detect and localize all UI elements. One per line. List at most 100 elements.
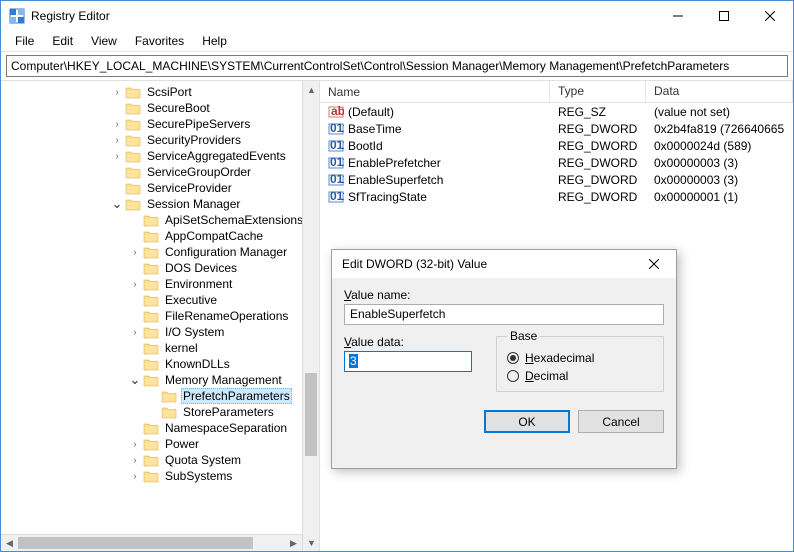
tree-scrollbar-vertical[interactable]: ▲ ▼: [302, 81, 319, 551]
tree-item[interactable]: ServiceGroupOrder: [1, 164, 319, 180]
list-row[interactable]: ab(Default)REG_SZ(value not set): [320, 103, 793, 120]
expander-closed-icon[interactable]: ›: [127, 455, 143, 466]
expander-closed-icon[interactable]: ›: [109, 119, 125, 130]
tree-item[interactable]: SecureBoot: [1, 100, 319, 116]
tree-item-label: Power: [163, 437, 201, 451]
menu-file[interactable]: File: [7, 32, 42, 50]
tree-item[interactable]: ApiSetSchemaExtensions: [1, 212, 319, 228]
tree-item-label: Session Manager: [145, 197, 242, 211]
value-type: REG_SZ: [556, 105, 652, 119]
tree-item-label: StoreParameters: [181, 405, 276, 419]
list-row[interactable]: 011BaseTimeREG_DWORD0x2b4fa819 (72664066…: [320, 120, 793, 137]
expander-open-icon[interactable]: ⌄: [109, 199, 125, 209]
radio-hexadecimal[interactable]: Hexadecimal: [507, 351, 653, 365]
tree-item[interactable]: AppCompatCache: [1, 228, 319, 244]
tree-item-label: Memory Management: [163, 373, 284, 387]
value-data: 0x0000024d (589): [652, 139, 793, 153]
folder-icon: [143, 245, 159, 259]
tree-item[interactable]: › SecurityProviders: [1, 132, 319, 148]
scroll-right-icon[interactable]: ▶: [285, 535, 302, 551]
expander-closed-icon[interactable]: ›: [127, 471, 143, 482]
tree-item-label: SecurityProviders: [145, 133, 243, 147]
tree-item-label: I/O System: [163, 325, 226, 339]
tree-item-label: NamespaceSeparation: [163, 421, 289, 435]
value-name: BootId: [348, 139, 383, 153]
value-data-field[interactable]: 3: [344, 351, 472, 372]
value-name-field[interactable]: EnableSuperfetch: [344, 304, 664, 325]
minimize-button[interactable]: [655, 1, 701, 31]
list-row[interactable]: 011BootIdREG_DWORD0x0000024d (589): [320, 137, 793, 154]
value-name-label: Value name:: [344, 288, 664, 302]
tree-item[interactable]: ServiceProvider: [1, 180, 319, 196]
folder-icon: [143, 341, 159, 355]
tree-item[interactable]: › I/O System: [1, 324, 319, 340]
svg-text:011: 011: [330, 138, 344, 152]
tree-item[interactable]: ⌄ Memory Management: [1, 372, 319, 388]
tree-item[interactable]: PrefetchParameters: [1, 388, 319, 404]
list-row[interactable]: 011EnablePrefetcherREG_DWORD0x00000003 (…: [320, 154, 793, 171]
expander-closed-icon[interactable]: ›: [127, 439, 143, 450]
radio-decimal[interactable]: Decimal: [507, 369, 653, 383]
tree-item-label: AppCompatCache: [163, 229, 265, 243]
tree-item[interactable]: ›ScsiPort: [1, 84, 319, 100]
folder-icon: [125, 85, 141, 99]
expander-closed-icon[interactable]: ›: [127, 247, 143, 258]
tree-item[interactable]: ⌄ Session Manager: [1, 196, 319, 212]
address-bar[interactable]: Computer\HKEY_LOCAL_MACHINE\SYSTEM\Curre…: [6, 55, 788, 77]
column-data[interactable]: Data: [646, 81, 793, 102]
close-button[interactable]: [747, 1, 793, 31]
svg-text:011: 011: [330, 189, 344, 203]
column-type[interactable]: Type: [550, 81, 646, 102]
value-type: REG_DWORD: [556, 156, 652, 170]
folder-icon: [125, 181, 141, 195]
tree-item[interactable]: ›SecurePipeServers: [1, 116, 319, 132]
tree-item[interactable]: FileRenameOperations: [1, 308, 319, 324]
expander-closed-icon[interactable]: ›: [109, 135, 125, 146]
folder-icon: [143, 261, 159, 275]
tree-item-label: Executive: [163, 293, 219, 307]
cancel-button[interactable]: Cancel: [578, 410, 664, 433]
dialog-titlebar[interactable]: Edit DWORD (32-bit) Value: [332, 250, 676, 278]
tree-item[interactable]: ›Quota System: [1, 452, 319, 468]
tree-item[interactable]: › Power: [1, 436, 319, 452]
menu-help[interactable]: Help: [194, 32, 235, 50]
tree-item[interactable]: DOS Devices: [1, 260, 319, 276]
expander-closed-icon[interactable]: ›: [127, 327, 143, 338]
folder-icon: [161, 389, 177, 403]
expander-closed-icon[interactable]: ›: [127, 279, 143, 290]
edit-dword-dialog: Edit DWORD (32-bit) Value Value name: En…: [331, 249, 677, 469]
menu-view[interactable]: View: [83, 32, 125, 50]
scroll-left-icon[interactable]: ◀: [1, 535, 18, 551]
menu-edit[interactable]: Edit: [44, 32, 81, 50]
scroll-up-icon[interactable]: ▲: [303, 81, 320, 98]
tree-item[interactable]: ›Configuration Manager: [1, 244, 319, 260]
tree-item[interactable]: NamespaceSeparation: [1, 420, 319, 436]
scroll-down-icon[interactable]: ▼: [303, 534, 320, 551]
tree-item[interactable]: ›SubSystems: [1, 468, 319, 484]
tree-item-label: DOS Devices: [163, 261, 239, 275]
value-data: 0x00000003 (3): [652, 156, 793, 170]
maximize-button[interactable]: [701, 1, 747, 31]
tree-item[interactable]: kernel: [1, 340, 319, 356]
dword-value-icon: 011: [328, 155, 344, 171]
column-name[interactable]: Name: [320, 81, 550, 102]
menu-favorites[interactable]: Favorites: [127, 32, 192, 50]
dword-value-icon: 011: [328, 138, 344, 154]
list-row[interactable]: 011SfTracingStateREG_DWORD0x00000001 (1): [320, 188, 793, 205]
tree-item[interactable]: › ServiceAggregatedEvents: [1, 148, 319, 164]
tree-scrollbar-horizontal[interactable]: ◀ ▶: [1, 534, 302, 551]
expander-closed-icon[interactable]: ›: [109, 87, 125, 98]
list-header: Name Type Data: [320, 81, 793, 103]
tree-item-label: SecureBoot: [145, 101, 212, 115]
expander-closed-icon[interactable]: ›: [109, 151, 125, 162]
tree-item[interactable]: Executive: [1, 292, 319, 308]
tree-item[interactable]: StoreParameters: [1, 404, 319, 420]
tree-item[interactable]: ›Environment: [1, 276, 319, 292]
dialog-close-button[interactable]: [634, 251, 674, 277]
folder-icon: [161, 405, 177, 419]
ok-button[interactable]: OK: [484, 410, 570, 433]
tree-item-label: ServiceAggregatedEvents: [145, 149, 288, 163]
tree-item[interactable]: KnownDLLs: [1, 356, 319, 372]
list-row[interactable]: 011EnableSuperfetchREG_DWORD0x00000003 (…: [320, 171, 793, 188]
expander-open-icon[interactable]: ⌄: [127, 375, 143, 385]
